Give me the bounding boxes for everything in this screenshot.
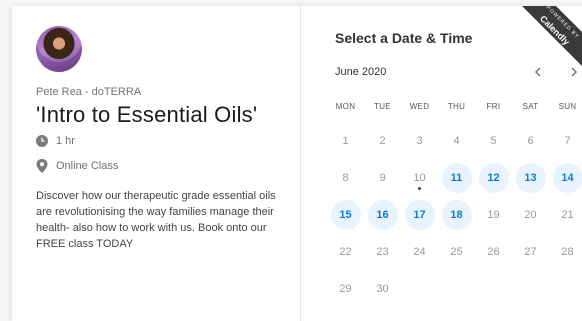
scheduling-card: Pete Rea - doTERRA 'Intro to Essential O… <box>12 6 582 321</box>
weekday-header: MON TUE WED THU FRI SAT SUN <box>327 102 582 111</box>
unavailable-day: 9 <box>379 171 386 184</box>
host-avatar <box>36 26 82 72</box>
event-details-panel: Pete Rea - doTERRA 'Intro to Essential O… <box>12 6 300 321</box>
weekday-label: THU <box>447 102 466 111</box>
event-title: 'Intro to Essential Oils' <box>36 102 258 127</box>
host-name: Pete Rea - doTERRA <box>36 86 142 98</box>
unavailable-day: 28 <box>561 245 574 258</box>
day-cell: 28 <box>549 233 582 270</box>
unavailable-day: 7 <box>564 134 571 147</box>
weekday-label: MON <box>335 102 356 111</box>
day-cell: 7 <box>549 122 582 159</box>
day-cell: 27 <box>512 233 549 270</box>
unavailable-day: 29 <box>339 282 352 295</box>
available-day-button[interactable]: 12 <box>478 162 509 193</box>
weekday-label: TUE <box>374 102 391 111</box>
weekday-label: SUN <box>558 102 577 111</box>
unavailable-day: 6 <box>527 134 534 147</box>
day-cell: 25 <box>438 233 475 270</box>
next-month-button[interactable] <box>566 64 582 80</box>
unavailable-day: 5 <box>490 134 497 147</box>
available-day-button[interactable]: 11 <box>441 162 472 193</box>
day-cell: 15 <box>327 196 364 233</box>
available-day-button[interactable]: 13 <box>515 162 546 193</box>
unavailable-day: 30 <box>376 282 389 295</box>
chevron-left-icon <box>535 67 541 77</box>
unavailable-day: 4 <box>453 134 460 147</box>
day-cell: 23 <box>364 233 401 270</box>
calendar-heading: Select a Date & Time <box>335 30 473 46</box>
day-cell: 20 <box>512 196 549 233</box>
calendar-panel: Select a Date & Time June 2020 MON TUE W… <box>301 6 582 321</box>
location-text: Online Class <box>56 160 119 172</box>
available-day-button[interactable]: 14 <box>552 162 582 193</box>
unavailable-day: 3 <box>416 134 423 147</box>
event-location: Online Class <box>36 159 118 173</box>
available-day-button[interactable]: 16 <box>367 199 398 230</box>
day-cell: 11 <box>438 159 475 196</box>
day-cell: 8 <box>327 159 364 196</box>
unavailable-day: 19 <box>487 208 500 221</box>
unavailable-day: 25 <box>450 245 463 258</box>
unavailable-day: 10 <box>405 163 435 193</box>
unavailable-day: 1 <box>342 134 349 147</box>
day-cell: 10 <box>401 159 438 196</box>
calendar-grid: 1 2 3 4 5 6 7 8 9 10 11 12 13 14 15 16 17 18 19 20 21 22 23 24 2… <box>327 122 582 307</box>
unavailable-day: 2 <box>379 134 386 147</box>
unavailable-day: 20 <box>524 208 537 221</box>
day-cell: 9 <box>364 159 401 196</box>
day-cell: 3 <box>401 122 438 159</box>
unavailable-day: 23 <box>376 245 389 258</box>
weekday-label: SAT <box>522 102 539 111</box>
map-pin-icon <box>36 159 48 173</box>
day-cell: 14 <box>549 159 582 196</box>
unavailable-day: 24 <box>413 245 426 258</box>
unavailable-day: 22 <box>339 245 352 258</box>
day-cell: 18 <box>438 196 475 233</box>
weekday-label: WED <box>409 102 430 111</box>
day-cell: 21 <box>549 196 582 233</box>
prev-month-button[interactable] <box>530 64 546 80</box>
available-day-button[interactable]: 18 <box>441 199 472 230</box>
clock-icon <box>36 135 48 147</box>
unavailable-day: 21 <box>561 208 574 221</box>
unavailable-day: 8 <box>342 171 349 184</box>
day-cell: 26 <box>475 233 512 270</box>
weekday-label: FRI <box>486 102 501 111</box>
chevron-right-icon <box>571 67 577 77</box>
day-cell: 5 <box>475 122 512 159</box>
day-cell: 19 <box>475 196 512 233</box>
day-cell: 1 <box>327 122 364 159</box>
duration-text: 1 hr <box>56 135 75 147</box>
event-description: Discover how our therapeutic grade essen… <box>36 190 276 250</box>
day-cell: 12 <box>475 159 512 196</box>
unavailable-day: 27 <box>524 245 537 258</box>
available-day-button[interactable]: 15 <box>330 199 361 230</box>
day-cell: 17 <box>401 196 438 233</box>
day-cell: 6 <box>512 122 549 159</box>
event-duration: 1 hr <box>36 135 75 147</box>
day-cell: 24 <box>401 233 438 270</box>
day-cell: 30 <box>364 270 401 307</box>
day-cell: 16 <box>364 196 401 233</box>
badge-caption: POWERED BY <box>544 6 581 41</box>
day-cell: 22 <box>327 233 364 270</box>
unavailable-day: 26 <box>487 245 500 258</box>
today-indicator <box>418 186 421 190</box>
month-label: June 2020 <box>335 66 387 78</box>
day-cell: 13 <box>512 159 549 196</box>
day-cell: 4 <box>438 122 475 159</box>
day-cell: 29 <box>327 270 364 307</box>
day-cell: 2 <box>364 122 401 159</box>
available-day-button[interactable]: 17 <box>404 199 435 230</box>
